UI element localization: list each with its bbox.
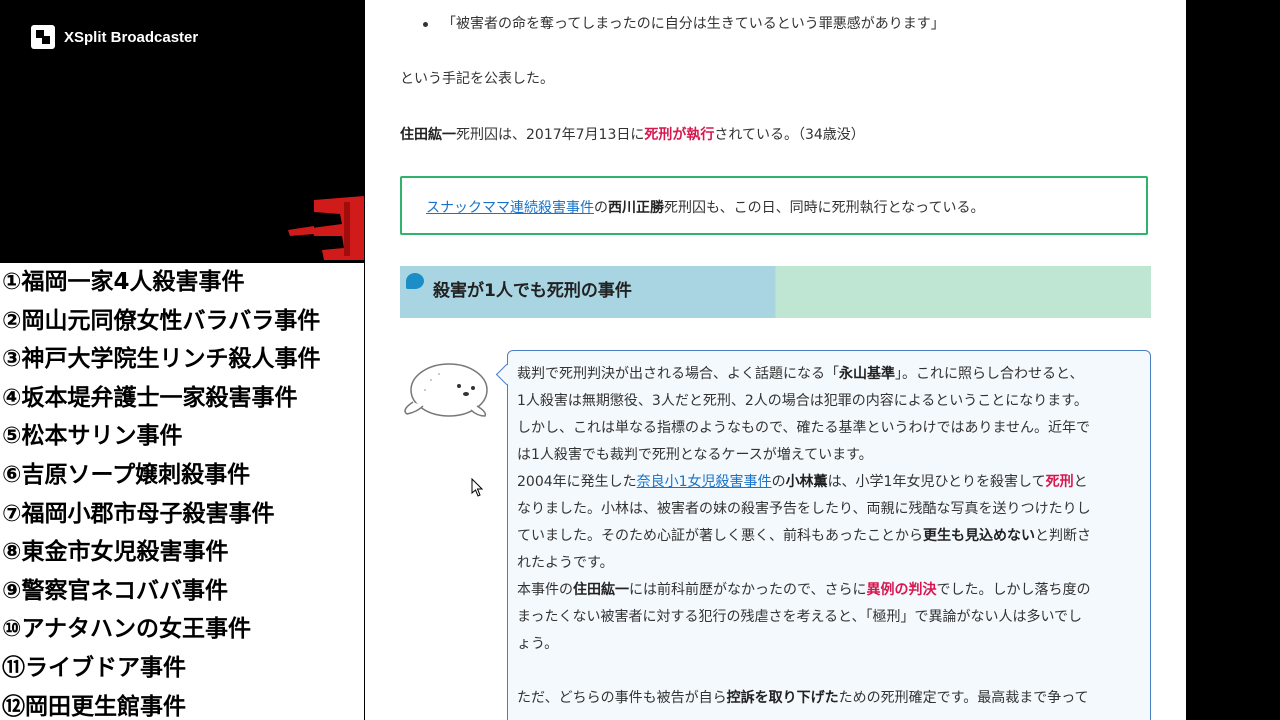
bold-emphasis: 永山基準	[839, 366, 895, 382]
right-margin	[1186, 0, 1280, 720]
red-emphasis: 死刑が執行	[644, 127, 715, 143]
speech-line: なりました。小林は、被害者の妹の殺害予告をしたり、両親に残酷な写真を送りつけたり…	[517, 501, 1091, 517]
text-span: ための死刑確定です。最高裁まで争って	[838, 690, 1089, 706]
case-list-item: ④坂本堤弁護士一家殺害事件	[2, 384, 298, 411]
text-span: でした。しかし落ち度の	[936, 582, 1091, 598]
case-list-item: ⑫岡田更生館事件	[2, 693, 186, 720]
red-brush-stamp	[288, 196, 364, 260]
case-list-item: ①福岡一家4人殺害事件	[2, 269, 245, 295]
stream-overlay-panel: XSplit Broadcaster ①福岡一家4人殺害事件 ②岡山元同僚女性バ…	[0, 0, 365, 720]
nara-case-link[interactable]: 奈良小1女児殺害事件	[637, 474, 772, 490]
red-emphasis: 死刑	[1045, 474, 1074, 490]
case-list-item: ②岡山元同僚女性バラバラ事件	[2, 307, 321, 334]
text-span: 死刑囚は、2017年7月13日に	[456, 127, 645, 143]
text-span: ただ、どちらの事件も被告が自ら	[517, 690, 727, 706]
text-span: 」。これに照らし合わせると、	[895, 366, 1084, 382]
bold-emphasis: 更生も見込めない	[923, 528, 1035, 544]
text-span: ていました。そのため心証が著しく悪く、前科もあったことから	[517, 528, 923, 544]
case-list-item: ⑨警察官ネコババ事件	[2, 577, 229, 604]
bullet-icon	[423, 21, 428, 27]
xsplit-logo-icon	[31, 25, 55, 49]
text-span: 裁判で死刑判決が出される場合、よく話題になる「	[517, 366, 839, 382]
seal-mascot-icon	[404, 363, 488, 417]
speech-line: は1人殺害でも裁判で死刑となるケースが増えています。	[517, 447, 873, 463]
execution-paragraph: 住田紘一死刑囚は、2017年7月13日に死刑が執行されている。（34歳没）	[400, 124, 865, 144]
speech-line: ていました。そのため心証が著しく悪く、前科もあったことから更生も見込めないと判断…	[517, 523, 1141, 550]
quote-text: 「被害者の命を奪ってしまったのに自分は生きているという罪悪感があります」	[442, 16, 945, 32]
text-span: の	[594, 200, 608, 216]
case-list-item: ③神戸大学院生リンチ殺人事件	[2, 346, 321, 373]
case-list: ①福岡一家4人殺害事件 ②岡山元同僚女性バラバラ事件 ③神戸大学院生リンチ殺人事…	[0, 263, 364, 720]
snack-mama-case-link[interactable]: スナックママ連続殺害事件	[426, 200, 594, 216]
text-span: と	[1073, 474, 1088, 490]
text-span: は、小学1年女児ひとりを殺害して	[827, 474, 1046, 490]
name-emphasis: 住田紘一	[400, 127, 456, 143]
case-list-item: ⑪ライブドア事件	[2, 654, 186, 681]
case-list-item: ⑥吉原ソープ嬢刺殺事件	[2, 461, 251, 488]
text-span: の	[771, 474, 786, 490]
speech-line: ょう。	[517, 636, 559, 652]
bold-emphasis: 控訴を取り下げた	[726, 690, 839, 706]
mouse-cursor-icon	[471, 478, 483, 497]
related-case-box: スナックママ連続殺害事件の西川正勝死刑囚も、この日、同時に死刑執行となっている。	[400, 176, 1148, 235]
xsplit-logo: XSplit Broadcaster	[30, 24, 198, 50]
speech-bubble-icon	[406, 273, 424, 289]
case-list-item: ⑤松本サリン事件	[2, 423, 183, 450]
bold-emphasis: 住田紘一	[573, 582, 629, 598]
speech-line: ただ、どちらの事件も被告が自ら控訴を取り下げたための死刑確定です。最高裁まで争っ…	[517, 685, 1141, 712]
speech-line: しかし、これは単なる指標のようなもので、確たる基準というわけではありません。近年…	[517, 420, 1091, 436]
case-list-item: ⑧東金市女児殺害事件	[2, 539, 229, 566]
paragraph: という手記を公表した。	[400, 71, 554, 87]
article-page[interactable]: 「被害者の命を奪ってしまったのに自分は生きているという罪悪感があります」 という…	[365, 0, 1186, 720]
speech-line: 本事件の住田紘一には前科前歴がなかったので、さらに異例の判決でした。しかし落ち度…	[517, 577, 1141, 604]
xsplit-brand-text: XSplit Broadcaster	[64, 28, 199, 46]
text-span: 死刑囚も、この日、同時に死刑執行となっている。	[664, 200, 985, 216]
section-heading-text: 殺害が1人でも死刑の事件	[433, 281, 632, 301]
text-span: には前科前歴がなかったので、さらに	[629, 582, 867, 598]
speech-line: れたようです。	[517, 555, 614, 571]
case-list-item: ⑦福岡小郡市母子殺害事件	[2, 500, 275, 527]
bold-emphasis: 小林薫	[785, 474, 828, 490]
text-span: されている。（34歳没）	[714, 127, 865, 143]
speech-box: 裁判で死刑判決が出される場合、よく話題になる「永山基準」。これに照らし合わせると…	[507, 350, 1151, 720]
text-span: 本事件の	[517, 582, 573, 598]
speech-line: 2004年に発生した奈良小1女児殺害事件の小林薫は、小学1年女児ひとりを殺害して…	[517, 469, 1141, 496]
name-emphasis: 西川正勝	[608, 200, 664, 216]
quote-list-item: 「被害者の命を奪ってしまったのに自分は生きているという罪悪感があります」	[423, 13, 945, 33]
text-span: と判断さ	[1035, 528, 1091, 544]
speech-line: まったくない被害者に対する犯行の残虐さを考えると、「極刑」で異論がない人は多いで…	[517, 609, 1083, 625]
red-emphasis: 異例の判決	[866, 582, 937, 598]
speech-line: 裁判で死刑判決が出される場合、よく話題になる「永山基準」。これに照らし合わせると…	[517, 361, 1141, 388]
text-span: 2004年に発生した	[517, 474, 637, 490]
section-heading: 殺害が1人でも死刑の事件	[400, 266, 1151, 318]
case-list-item: ⑩アナタハンの女王事件	[2, 616, 252, 643]
speech-line: 1人殺害は無期懲役、3人だと死刑、2人の場合は犯罪の内容によるということになりま…	[517, 393, 1088, 409]
